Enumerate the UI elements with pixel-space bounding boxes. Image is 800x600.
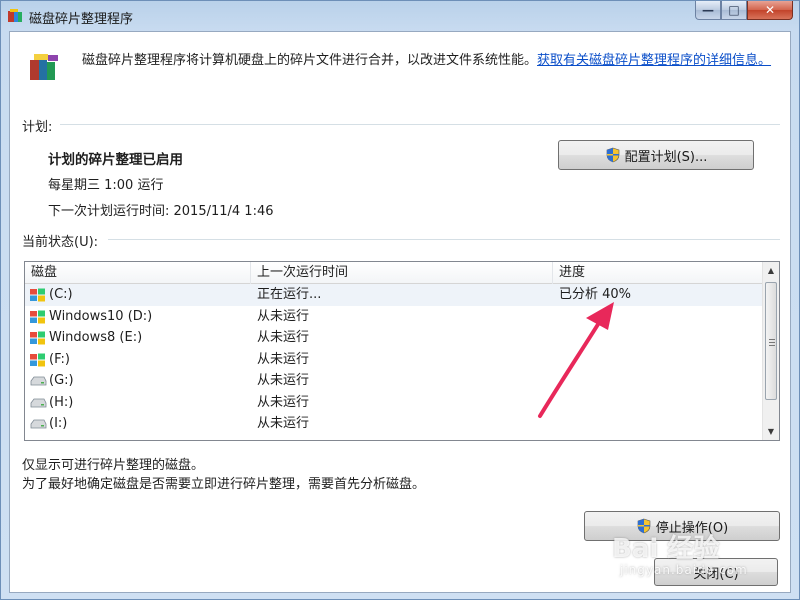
column-disk[interactable]: 磁盘 — [25, 262, 251, 284]
disk-list[interactable]: 磁盘 上一次运行时间 进度 (C:) 正在运行... 已分析 40% Windo… — [24, 261, 780, 441]
windows-drive-icon — [30, 288, 45, 302]
disk-row[interactable]: Windows8 (E:) 从未运行 — [25, 327, 763, 349]
disk-name: Windows8 (E:) — [49, 330, 143, 345]
uac-shield-icon — [606, 147, 619, 163]
maximize-button[interactable]: □ — [721, 1, 747, 20]
column-last-run[interactable]: 上一次运行时间 — [251, 262, 553, 284]
disk-name: Windows10 (D:) — [49, 308, 153, 324]
disk-last-run: 从未运行 — [257, 351, 310, 367]
caption-buttons: — □ ✕ — [695, 1, 793, 21]
disk-name: (I:) — [49, 416, 68, 431]
disk-name: (G:) — [49, 373, 74, 388]
disk-last-run: 从未运行 — [257, 416, 310, 431]
window-title: 磁盘碎片整理程序 — [29, 12, 134, 27]
close-button[interactable]: 关闭(C) — [654, 558, 778, 586]
scroll-down-arrow-icon[interactable]: ▼ — [763, 423, 779, 440]
disk-name: (F:) — [49, 351, 70, 367]
status-divider — [108, 239, 780, 240]
configure-schedule-button[interactable]: 配置计划(S)... — [558, 140, 754, 170]
disk-list-body: (C:) 正在运行... 已分析 40% Windows10 (D:) 从未运行 — [25, 284, 763, 435]
configure-schedule-label: 配置计划(S)... — [624, 149, 708, 165]
hard-drive-icon — [30, 376, 47, 386]
close-window-button[interactable]: ✕ — [747, 1, 793, 20]
schedule-status: 计划的碎片整理已启用 — [48, 152, 183, 168]
disk-last-run: 从未运行 — [257, 330, 310, 345]
disk-row[interactable]: (F:) 从未运行 — [25, 349, 763, 371]
schedule-divider — [60, 124, 780, 125]
column-progress[interactable]: 进度 — [553, 262, 763, 284]
title-bar[interactable]: 磁盘碎片整理程序 — □ ✕ — [1, 1, 799, 31]
schedule-section-label: 计划: — [22, 120, 53, 135]
header-text: 磁盘碎片整理程序将计算机硬盘上的碎片文件进行合并，以改进文件系统性能。获取有关磁… — [82, 52, 782, 70]
disk-last-run: 正在运行... — [257, 287, 322, 302]
defrag-header-icon — [30, 54, 58, 80]
grip-icon — [769, 339, 775, 346]
stop-operation-label: 停止操作(O) — [655, 520, 729, 536]
scroll-thumb[interactable] — [765, 282, 777, 400]
disk-progress: 已分析 40% — [559, 287, 632, 302]
disk-last-run: 从未运行 — [257, 394, 310, 410]
disk-row[interactable]: (H:) 从未运行 — [25, 392, 763, 414]
current-status-label: 当前状态(U): — [22, 235, 99, 250]
hard-drive-icon — [30, 419, 47, 429]
help-link[interactable]: 获取有关磁盘碎片整理程序的详细信息。 — [537, 53, 771, 68]
disk-name: (H:) — [49, 394, 74, 410]
disk-row[interactable]: (G:) 从未运行 — [25, 370, 763, 392]
schedule-next-run: 下一次计划运行时间: 2015/11/4 1:46 — [48, 204, 274, 219]
disk-list-header: 磁盘 上一次运行时间 进度 — [25, 262, 763, 284]
header-description: 磁盘碎片整理程序将计算机硬盘上的碎片文件进行合并，以改进文件系统性能。 — [82, 53, 538, 68]
client-area: 磁盘碎片整理程序将计算机硬盘上的碎片文件进行合并，以改进文件系统性能。获取有关磁… — [9, 31, 791, 593]
schedule-run-time: 每星期三 1:00 运行 — [48, 178, 164, 193]
scroll-up-arrow-icon[interactable]: ▲ — [763, 262, 779, 279]
windows-drive-icon — [30, 310, 45, 323]
stop-operation-button[interactable]: 停止操作(O) — [584, 511, 780, 541]
note-analyze-first: 为了最好地确定磁盘是否需要立即进行碎片整理，需要首先分析磁盘。 — [22, 477, 426, 492]
uac-shield-icon — [637, 518, 651, 534]
defrag-window: 磁盘碎片整理程序 — □ ✕ 磁盘碎片整理程序将计算机硬盘上的碎片文件进行合并，… — [0, 0, 800, 600]
disk-row[interactable]: Windows10 (D:) 从未运行 — [25, 306, 763, 328]
hard-drive-icon — [30, 398, 47, 407]
windows-drive-icon — [30, 331, 45, 345]
minimize-button[interactable]: — — [695, 1, 721, 20]
defrag-app-icon — [8, 9, 22, 22]
note-defraggable-only: 仅显示可进行碎片整理的磁盘。 — [22, 458, 205, 473]
disk-last-run: 从未运行 — [257, 308, 310, 324]
disk-list-scrollbar[interactable]: ▲ ▼ — [762, 262, 779, 440]
disk-row[interactable]: (I:) 从未运行 — [25, 413, 763, 435]
disk-row[interactable]: (C:) 正在运行... 已分析 40% — [25, 284, 763, 306]
disk-last-run: 从未运行 — [257, 373, 310, 388]
close-button-label: 关闭(C) — [693, 566, 739, 582]
disk-name: (C:) — [49, 287, 73, 302]
windows-drive-icon — [30, 353, 45, 366]
